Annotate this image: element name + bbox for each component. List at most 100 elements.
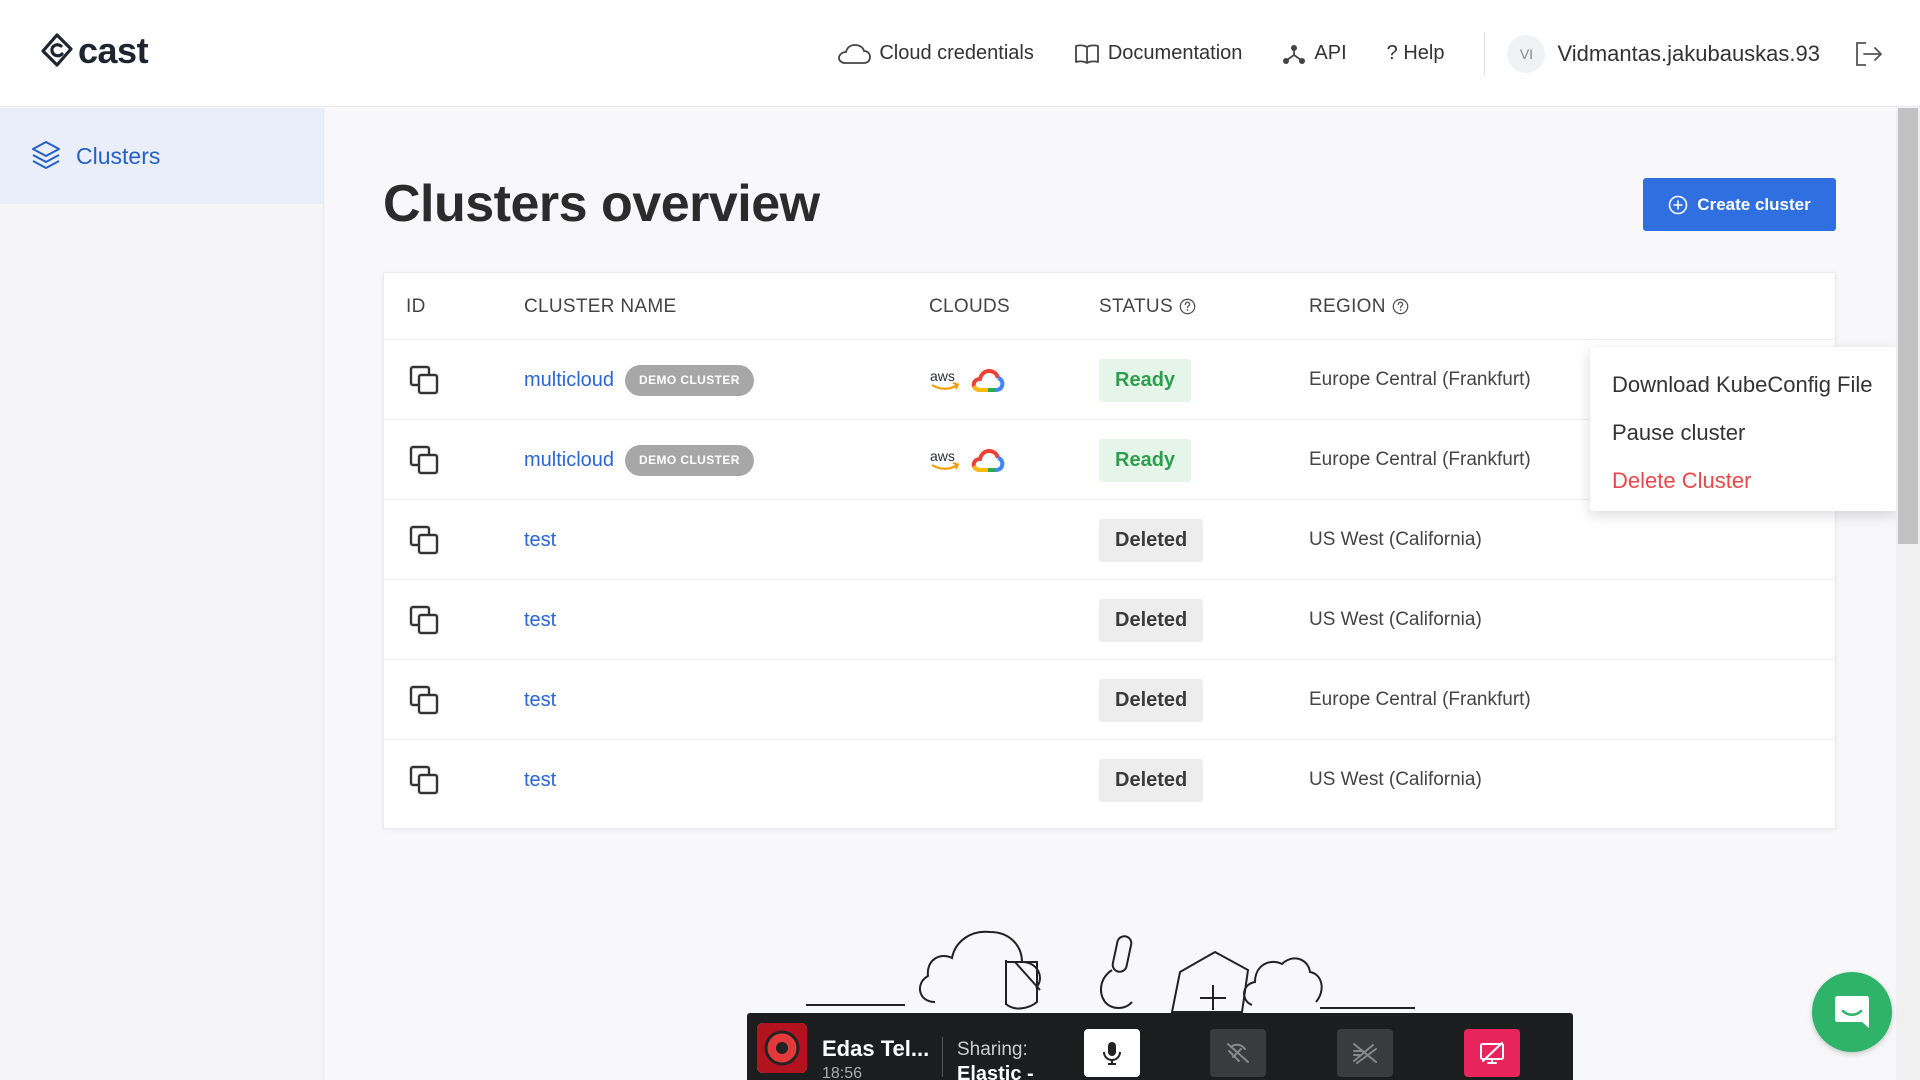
- menu-pause-cluster[interactable]: Pause cluster: [1590, 409, 1898, 457]
- nav-cloud-credentials-label: Cloud credentials: [879, 42, 1034, 64]
- sharer-avatar: [757, 1023, 807, 1073]
- cluster-name-link[interactable]: multicloud: [524, 369, 614, 392]
- plus-circle-icon: [1668, 195, 1688, 214]
- sharing-label: Sharing:: [957, 1039, 1028, 1060]
- col-region-label: REGION: [1309, 295, 1386, 317]
- copy-id-button[interactable]: [408, 580, 440, 660]
- cluster-name-link[interactable]: test: [524, 769, 556, 792]
- copy-icon: [409, 525, 439, 555]
- menu-download-kubeconfig[interactable]: Download KubeConfig File: [1590, 361, 1898, 409]
- draw-icon: [1353, 1043, 1377, 1064]
- nav-help[interactable]: ? Help: [1387, 42, 1445, 65]
- status-badge: Ready: [1099, 438, 1192, 482]
- copy-icon: [409, 685, 439, 715]
- svg-text:aws: aws: [930, 448, 955, 464]
- table-row[interactable]: test Deleted Europe Central (Frankfurt): [384, 660, 1835, 740]
- cast-logo[interactable]: cast: [40, 30, 149, 72]
- logout-icon: [1856, 41, 1882, 66]
- copy-id-button[interactable]: [408, 500, 440, 580]
- region-cell: Europe Central (Frankfurt): [1309, 689, 1531, 710]
- cluster-name-cell: test: [524, 660, 556, 740]
- stop-sharing-button[interactable]: [1464, 1029, 1520, 1077]
- table-row[interactable]: test Deleted US West (California): [384, 580, 1835, 660]
- col-cluster-name: CLUSTER NAME: [524, 273, 676, 340]
- top-bar: cast Cloud credentials Documentation API…: [0, 0, 1920, 107]
- sharing-target: Elastic -: [957, 1063, 1034, 1080]
- draw-button[interactable]: [1337, 1029, 1393, 1077]
- cluster-name-link[interactable]: test: [524, 609, 556, 632]
- cluster-name-link[interactable]: test: [524, 529, 556, 552]
- nav-cloud-credentials[interactable]: Cloud credentials: [837, 42, 1034, 65]
- nav-divider: [1484, 31, 1486, 76]
- table-header: ID CLUSTER NAME CLOUDS STATUS REGION: [384, 273, 1835, 340]
- status-badge: Deleted: [1099, 758, 1204, 802]
- video-off-button[interactable]: [1210, 1029, 1266, 1077]
- sharer-avatar-icon: [757, 1023, 807, 1073]
- create-cluster-button[interactable]: Create cluster: [1643, 178, 1836, 231]
- status-badge: Deleted: [1099, 678, 1204, 722]
- table-row[interactable]: test Deleted US West (California): [384, 500, 1835, 580]
- microphone-icon: [1103, 1042, 1121, 1065]
- region-cell: Europe Central (Frankfurt): [1309, 369, 1531, 390]
- col-clouds-label: CLOUDS: [929, 295, 1010, 317]
- cluster-name-cell: multicloud DEMO CLUSTER: [524, 420, 754, 500]
- menu-delete-cluster[interactable]: Delete Cluster: [1590, 457, 1898, 505]
- page-scrollbar[interactable]: [1896, 108, 1920, 1080]
- cluster-name-link[interactable]: test: [524, 689, 556, 712]
- region-cell: US West (California): [1309, 769, 1482, 790]
- copy-id-button[interactable]: [408, 420, 440, 500]
- demo-cluster-badge: DEMO CLUSTER: [625, 364, 754, 396]
- cluster-name-link[interactable]: multicloud: [524, 449, 614, 472]
- status-cell: Deleted: [1099, 660, 1204, 740]
- copy-icon: [409, 765, 439, 795]
- share-bar-divider: [942, 1037, 943, 1077]
- sidebar-item-clusters[interactable]: Clusters: [0, 108, 323, 204]
- api-icon: [1283, 44, 1306, 64]
- scrollbar-thumb[interactable]: [1898, 108, 1918, 544]
- status-badge: Ready: [1099, 358, 1192, 402]
- screen-share-off-icon: [1480, 1042, 1504, 1064]
- clouds-cell: aws: [929, 340, 1005, 420]
- col-id-label: ID: [406, 295, 426, 317]
- copy-icon: [409, 605, 439, 635]
- microphone-button[interactable]: [1084, 1029, 1140, 1077]
- copy-id-button[interactable]: [408, 660, 440, 740]
- nav-api[interactable]: API: [1282, 42, 1347, 65]
- brand-name: cast: [78, 30, 149, 71]
- region-cell: Europe Central (Frankfurt): [1309, 449, 1531, 470]
- cloud-icon: [838, 43, 872, 64]
- google-cloud-logo-icon: [971, 368, 1005, 392]
- chat-launcher-button[interactable]: [1812, 972, 1892, 1052]
- top-nav: Cloud credentials Documentation API ? He…: [837, 0, 1920, 107]
- chat-icon: [1835, 996, 1869, 1028]
- help-circle-icon[interactable]: [1179, 298, 1196, 315]
- nav-api-label: API: [1314, 42, 1347, 64]
- aws-logo-icon: aws: [930, 448, 960, 470]
- user-menu[interactable]: VI Vidmantas.jakubauskas.93: [1507, 34, 1820, 73]
- status-cell: Ready: [1099, 420, 1192, 500]
- col-status: STATUS: [1099, 273, 1196, 340]
- col-id: ID: [406, 273, 426, 340]
- status-cell: Deleted: [1099, 500, 1204, 580]
- table-row[interactable]: test Deleted US West (California): [384, 740, 1835, 820]
- share-time: 18:56: [822, 1065, 863, 1080]
- create-cluster-label: Create cluster: [1697, 194, 1811, 214]
- region-cell: US West (California): [1309, 609, 1482, 630]
- nav-documentation[interactable]: Documentation: [1074, 42, 1243, 65]
- aws-logo-icon: aws: [930, 368, 960, 390]
- copy-icon: [409, 365, 439, 395]
- col-name-label: CLUSTER NAME: [524, 295, 677, 317]
- cluster-name-cell: test: [524, 500, 556, 580]
- book-icon: [1074, 43, 1099, 64]
- copy-id-button[interactable]: [408, 340, 440, 420]
- status-cell: Deleted: [1099, 580, 1204, 660]
- nav-documentation-label: Documentation: [1107, 42, 1243, 64]
- copy-icon: [409, 445, 439, 475]
- status-cell: Ready: [1099, 340, 1192, 420]
- col-status-label: STATUS: [1099, 295, 1173, 317]
- help-circle-icon[interactable]: [1392, 298, 1409, 315]
- logout-button[interactable]: [1854, 40, 1884, 68]
- svg-text:aws: aws: [930, 368, 955, 384]
- cluster-name-cell: test: [524, 580, 556, 660]
- copy-id-button[interactable]: [408, 740, 440, 820]
